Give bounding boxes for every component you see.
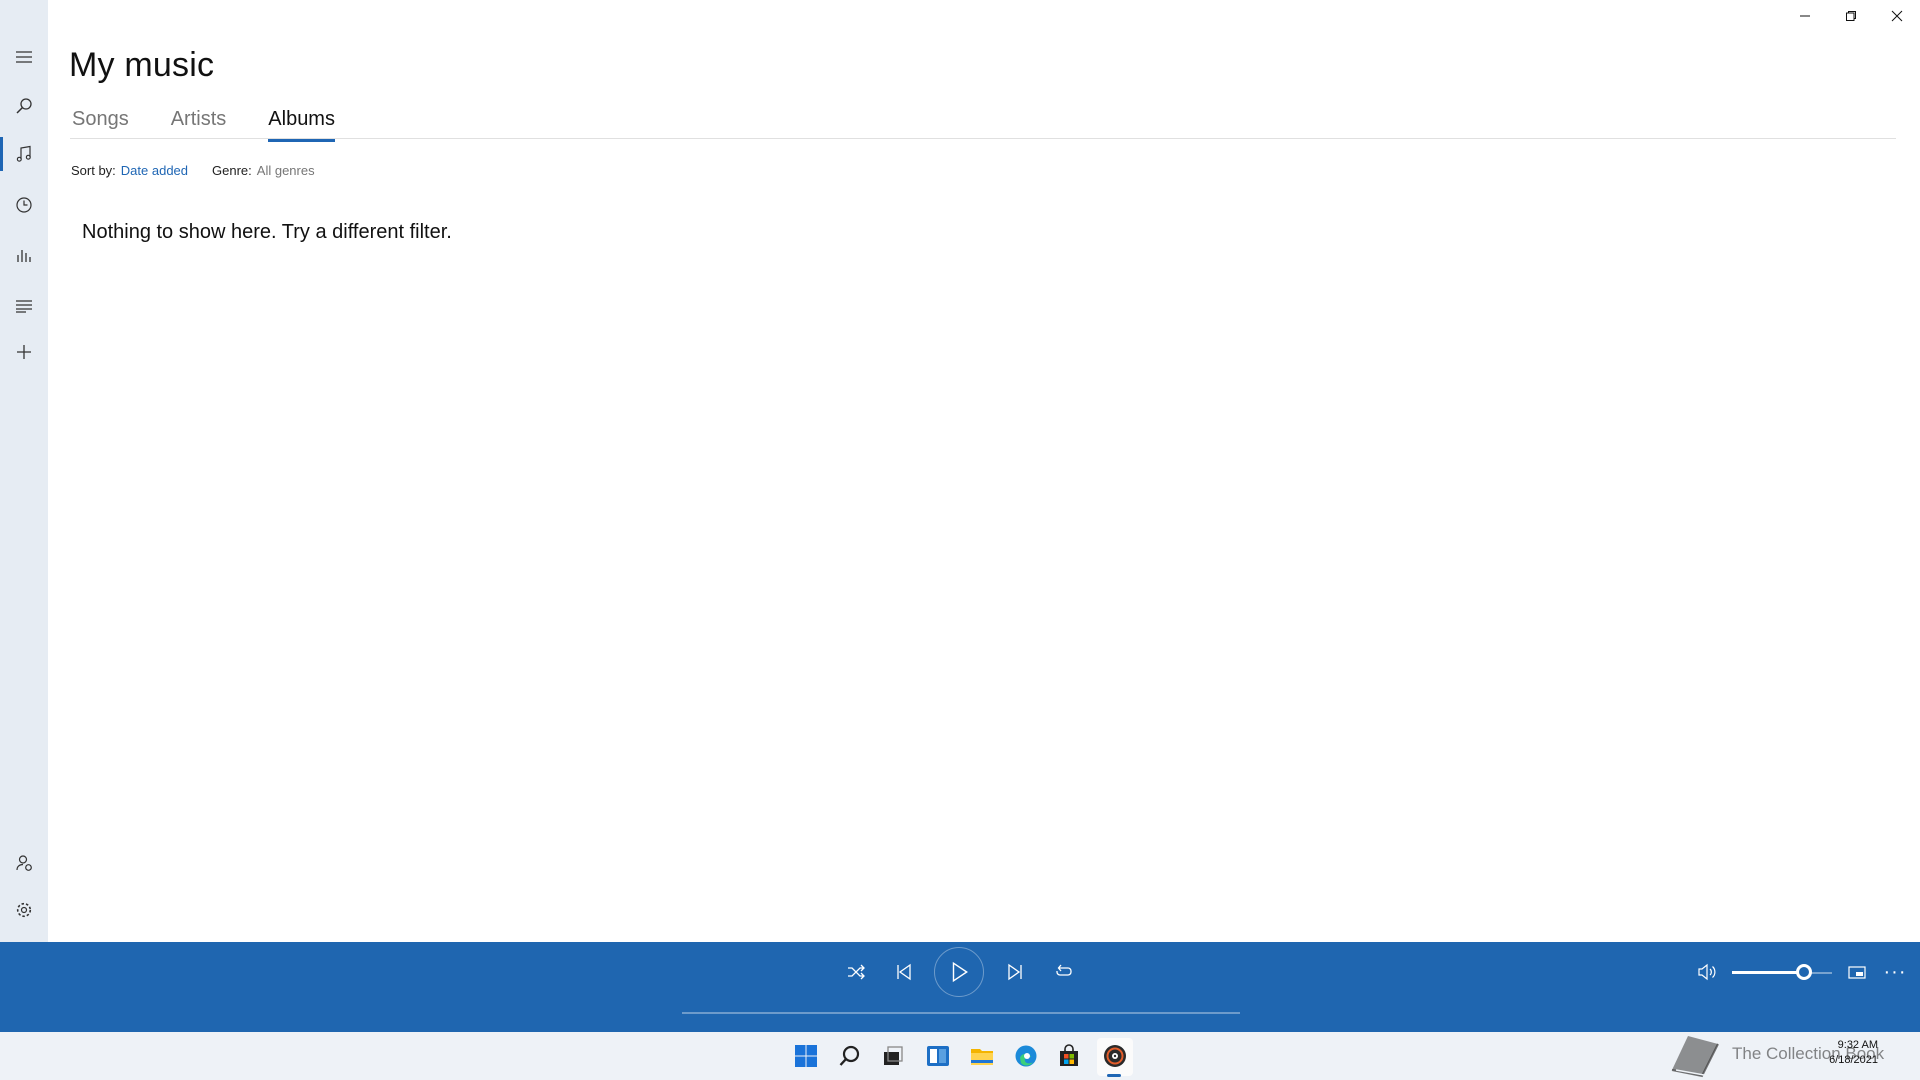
volume-fill	[1732, 971, 1804, 974]
settings-gear-icon[interactable]	[0, 886, 48, 934]
nav-rail	[0, 0, 48, 942]
music-note-icon[interactable]	[0, 130, 48, 178]
previous-icon[interactable]	[889, 962, 919, 982]
search-icon[interactable]	[0, 82, 48, 130]
next-icon[interactable]	[1000, 962, 1030, 982]
taskbar	[0, 1032, 1920, 1080]
tab-artists[interactable]: Artists	[171, 106, 227, 140]
filter-bar: Sort by: Date added Genre: All genres	[71, 163, 315, 178]
now-playing-bars-icon[interactable]	[0, 231, 48, 279]
task-view-icon[interactable]	[877, 1040, 909, 1072]
playlists-icon[interactable]	[0, 281, 48, 329]
sort-label: Sort by:	[71, 163, 116, 178]
restore-button[interactable]	[1828, 0, 1874, 32]
page-title: My music	[69, 46, 215, 84]
tab-albums[interactable]: Albums	[268, 106, 335, 142]
mini-player-icon[interactable]	[1842, 962, 1872, 982]
seek-bar[interactable]	[682, 1012, 1240, 1014]
recent-clock-icon[interactable]	[0, 181, 48, 229]
sort-dropdown[interactable]: Date added	[121, 163, 188, 178]
clock-time[interactable]: 9:32 AM	[1808, 1039, 1878, 1051]
clock-date[interactable]: 6/18/2021	[1808, 1054, 1878, 1066]
add-icon[interactable]	[0, 328, 48, 376]
play-icon	[944, 958, 974, 986]
genre-label: Genre:	[212, 163, 252, 178]
widgets-icon[interactable]	[922, 1040, 954, 1072]
groove-music-icon[interactable]	[1099, 1040, 1131, 1072]
close-button[interactable]	[1874, 0, 1920, 32]
genre-dropdown[interactable]: All genres	[257, 163, 315, 178]
tab-strip: Songs Artists Albums	[72, 106, 377, 142]
tab-divider	[70, 138, 1896, 139]
start-icon[interactable]	[790, 1040, 822, 1072]
empty-state-message: Nothing to show here. Try a different fi…	[82, 221, 452, 243]
active-app-indicator	[1107, 1074, 1121, 1077]
search-icon[interactable]	[834, 1040, 866, 1072]
minimize-button[interactable]	[1782, 0, 1828, 32]
edge-icon[interactable]	[1010, 1040, 1042, 1072]
volume-icon[interactable]	[1692, 962, 1722, 982]
volume-slider-thumb[interactable]	[1796, 964, 1812, 980]
file-explorer-icon[interactable]	[966, 1040, 998, 1072]
more-icon[interactable]: ···	[1880, 960, 1910, 984]
repeat-icon[interactable]	[1049, 962, 1079, 982]
tab-songs[interactable]: Songs	[72, 106, 129, 140]
store-icon[interactable]	[1053, 1040, 1085, 1072]
menu-icon[interactable]	[0, 33, 48, 81]
book-watermark-icon	[1671, 1036, 1719, 1078]
account-icon[interactable]	[0, 839, 48, 887]
shuffle-icon[interactable]	[841, 962, 871, 982]
